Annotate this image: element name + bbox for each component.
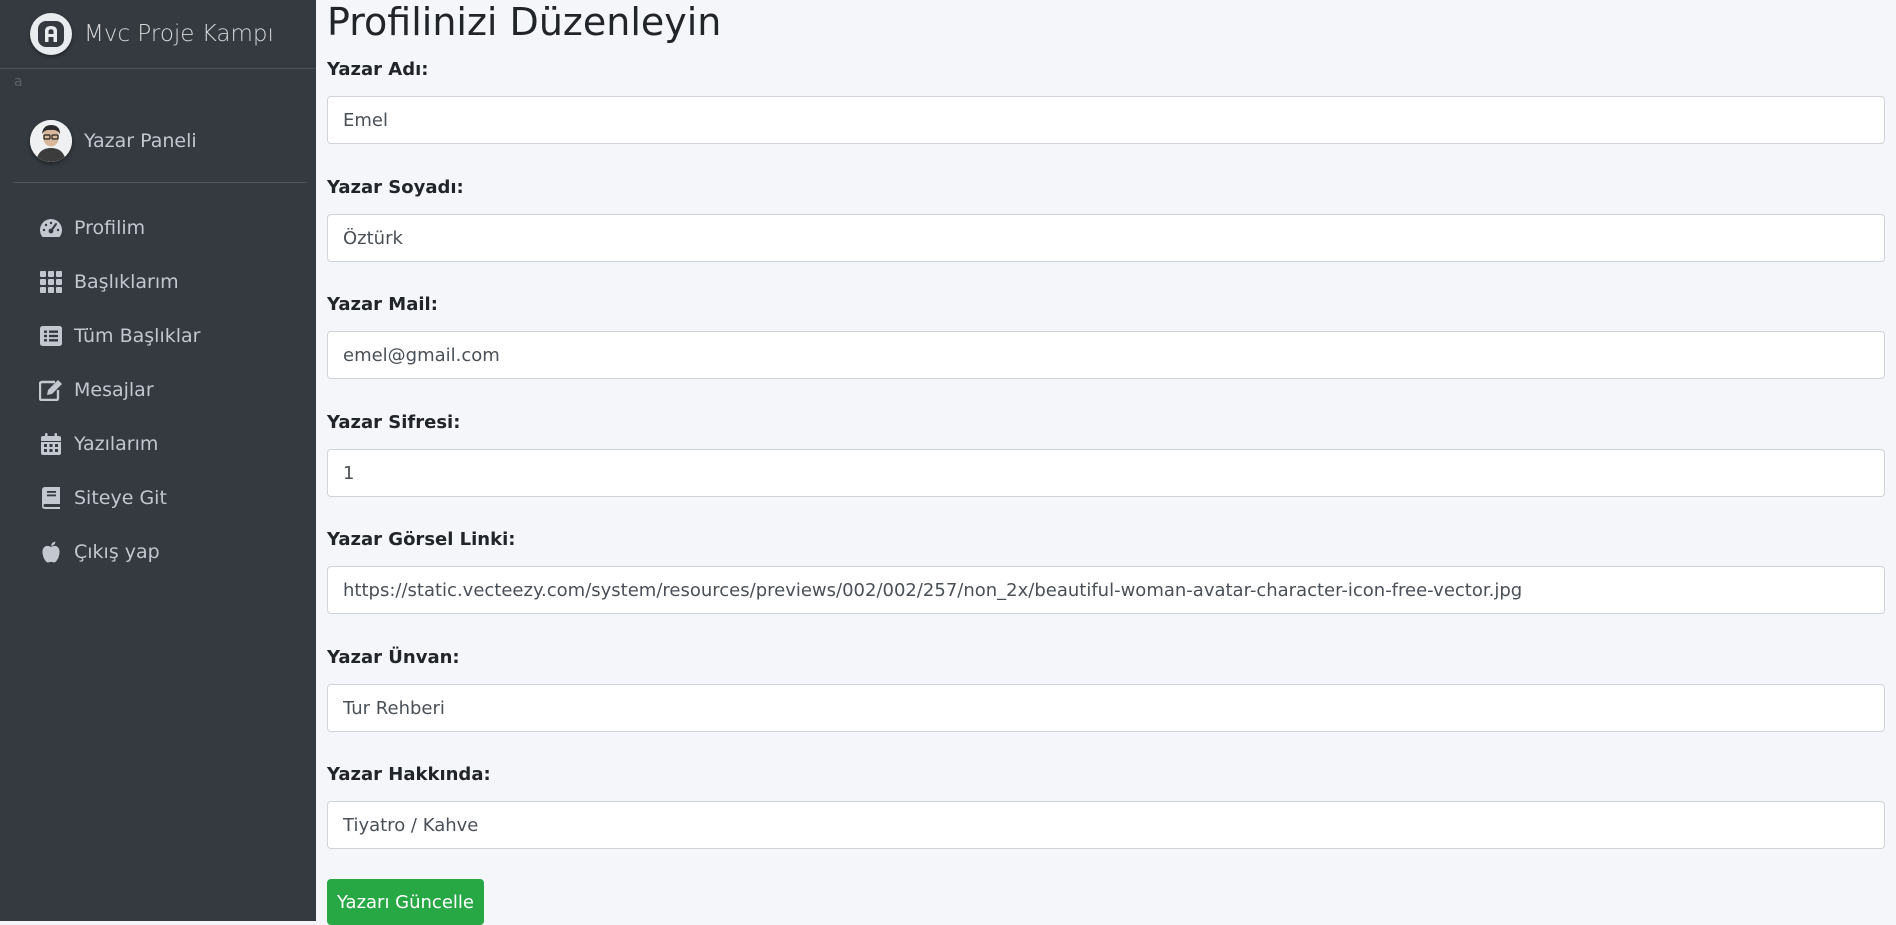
image-link-field[interactable] — [327, 566, 1885, 614]
calendar-icon — [38, 431, 64, 457]
title-field[interactable] — [327, 684, 1885, 732]
book-icon — [38, 485, 64, 511]
page-title: Profilinizi Düzenleyin — [327, 0, 722, 44]
nav-label: Çıkış yap — [74, 541, 160, 563]
brand-title: Mvc Proje Kampı — [84, 21, 274, 47]
nav-label: Profilim — [74, 217, 146, 239]
tachometer-icon — [38, 215, 64, 241]
update-author-button[interactable]: Yazarı Güncelle — [327, 879, 484, 925]
nav-label: Tüm Başlıklar — [74, 325, 201, 347]
last-name-field[interactable] — [327, 214, 1885, 262]
nav-label: Siteye Git — [74, 487, 167, 509]
about-field[interactable] — [327, 801, 1885, 849]
stray-text: a — [14, 74, 23, 90]
image-link-label: Yazar Görsel Linki: — [327, 529, 516, 550]
nav-item-cikis-yap[interactable]: Çıkış yap — [14, 525, 306, 579]
nav-item-tum-basliklar[interactable]: Tüm Başlıklar — [14, 309, 306, 363]
password-field[interactable] — [327, 449, 1885, 497]
adminlte-logo-icon — [30, 13, 72, 55]
nav-item-siteye-git[interactable]: Siteye Git — [14, 471, 306, 525]
edit-icon — [38, 377, 64, 403]
user-avatar-icon — [30, 120, 72, 162]
first-name-label: Yazar Adı: — [327, 59, 429, 80]
nav-label: Yazılarım — [74, 433, 159, 455]
first-name-field[interactable] — [327, 96, 1885, 144]
password-label: Yazar Sifresi: — [327, 412, 461, 433]
nav-item-profilim[interactable]: Profilim — [14, 201, 306, 255]
brand-link[interactable]: Mvc Proje Kampı — [0, 0, 316, 69]
mail-field[interactable] — [327, 331, 1885, 379]
last-name-label: Yazar Soyadı: — [327, 177, 464, 198]
nav-item-basliklarim[interactable]: Başlıklarım — [14, 255, 306, 309]
user-panel-name: Yazar Paneli — [84, 130, 197, 152]
nav-label: Başlıklarım — [74, 271, 179, 293]
sidebar: Mvc Proje Kampı a Yazar Paneli Profilim … — [0, 0, 316, 921]
grid-icon — [38, 269, 64, 295]
mail-label: Yazar Mail: — [327, 294, 438, 315]
nav-item-mesajlar[interactable]: Mesajlar — [14, 363, 306, 417]
user-panel[interactable]: Yazar Paneli — [14, 100, 306, 183]
nav-item-yazilarim[interactable]: Yazılarım — [14, 417, 306, 471]
list-icon — [38, 323, 64, 349]
title-label: Yazar Ünvan: — [327, 647, 460, 668]
apple-icon — [38, 539, 64, 565]
sidebar-nav: Profilim Başlıklarım Tüm Başlıklar Mesaj… — [14, 201, 306, 579]
about-label: Yazar Hakkında: — [327, 764, 491, 785]
nav-label: Mesajlar — [74, 379, 154, 401]
